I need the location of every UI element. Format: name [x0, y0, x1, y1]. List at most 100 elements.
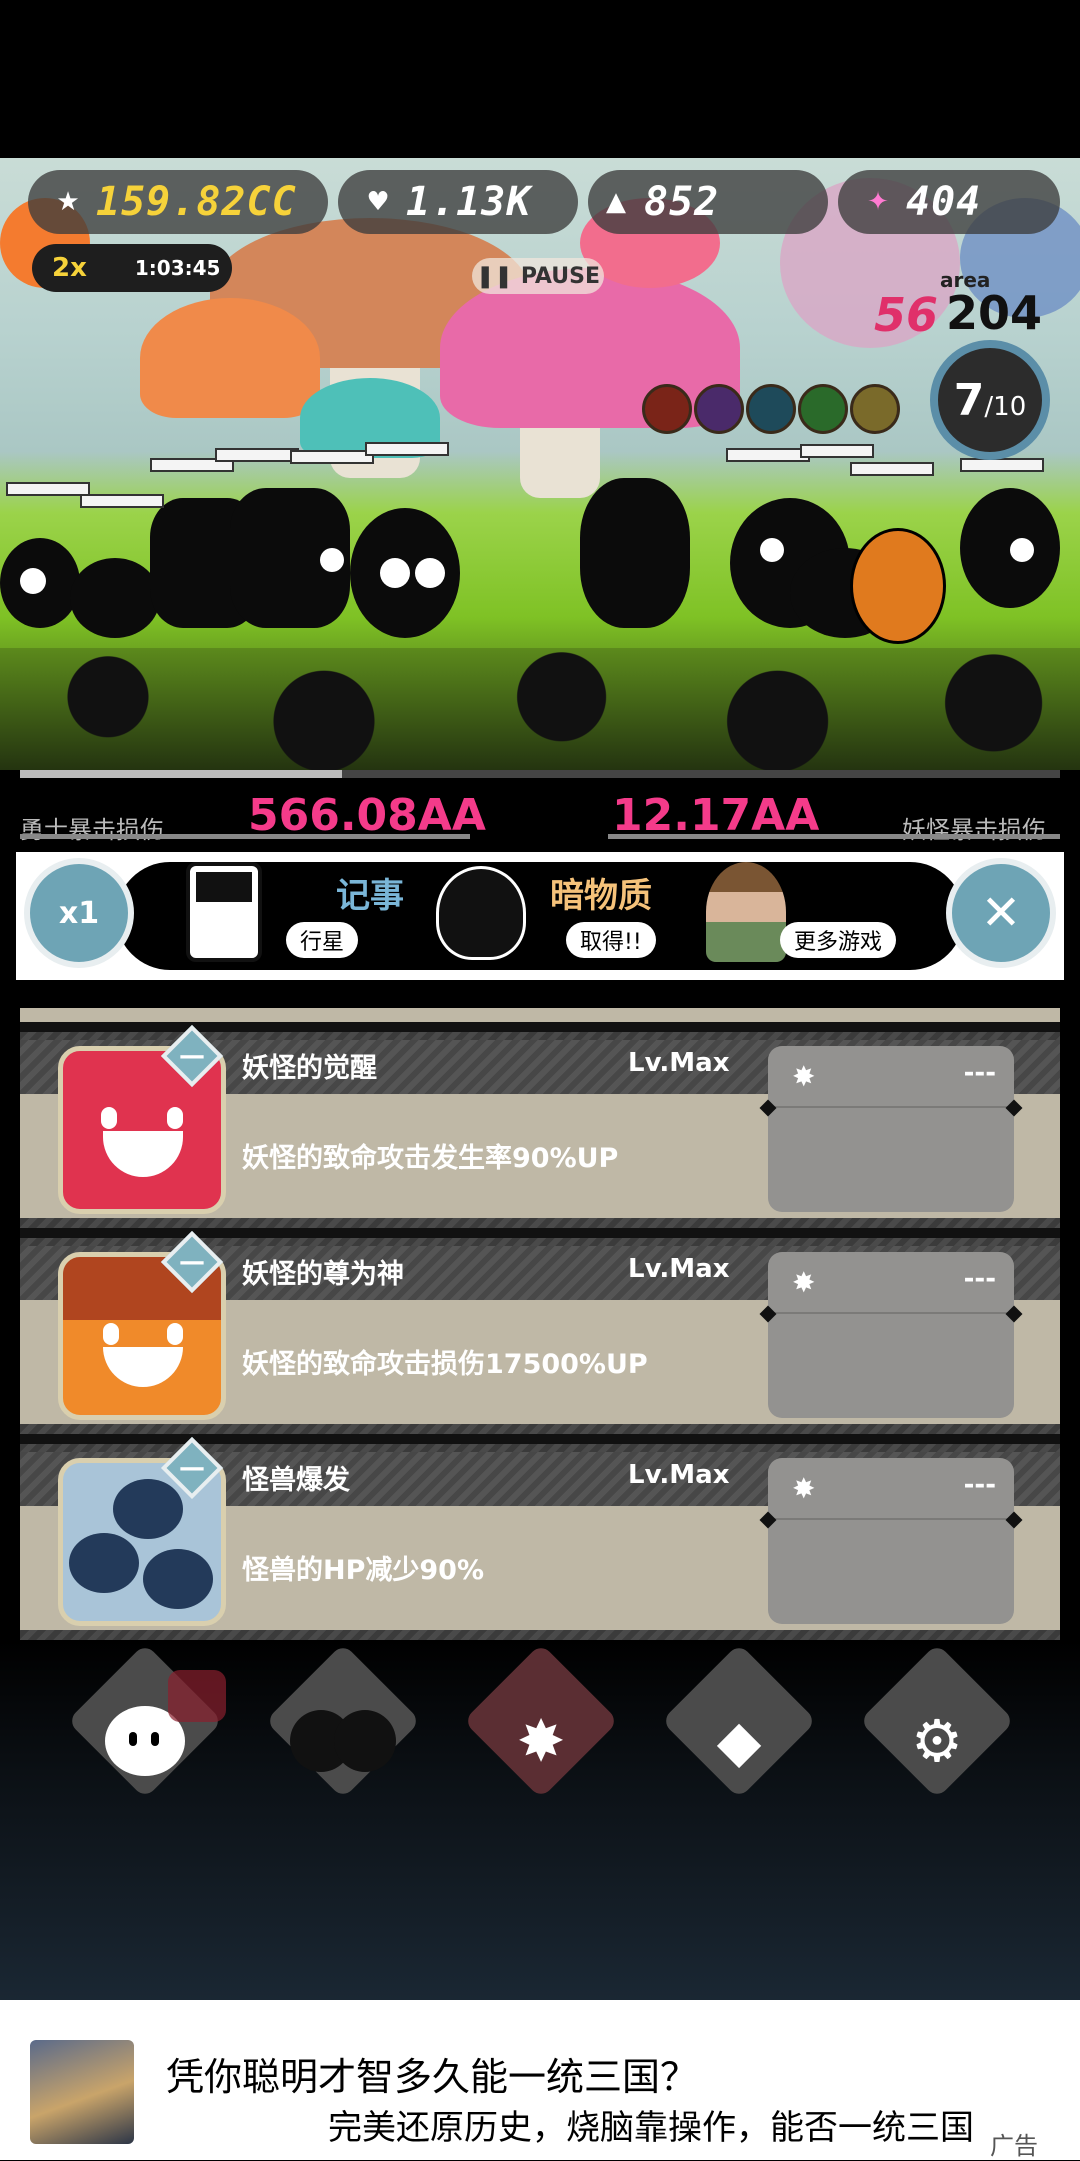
- upgrade-cost: ---: [963, 1470, 996, 1500]
- upgrade-description: 妖怪的致命攻击发生率90%UP: [242, 1143, 619, 1174]
- heart-icon: ♥: [366, 187, 390, 217]
- star-icon: ✸: [516, 1707, 566, 1775]
- gems-value: 404: [906, 179, 982, 225]
- enemy-silhouette: [70, 558, 160, 638]
- star-icon: ✸: [792, 1472, 816, 1505]
- status-area: [0, 0, 1080, 158]
- upgrade-title: 妖怪的觉醒: [242, 1053, 377, 1084]
- upgrade-title: 怪兽爆发: [242, 1465, 350, 1496]
- face-mouth: [103, 1131, 183, 1177]
- wave-total: /10: [984, 392, 1027, 422]
- mushroom-cap: [140, 298, 320, 418]
- gold-value: 159.82CC: [96, 179, 297, 225]
- upgrade-buy-button[interactable]: ✸ ---: [759, 1046, 1023, 1212]
- debuff-icon: [850, 384, 900, 434]
- eye: [760, 538, 784, 562]
- hearts-counter: ♥ 1.13K: [338, 170, 578, 234]
- area-progress-bar: [20, 770, 1060, 778]
- speed-multiplier: 2x: [52, 253, 87, 283]
- enemy-hp-bar: [290, 450, 374, 464]
- upgrade-title: 妖怪的尊为神: [242, 1259, 404, 1290]
- monster-crit-label: 妖怪暴击损伤: [902, 816, 1046, 844]
- divider: [608, 834, 1060, 839]
- upgrade-level: Lv.Max: [628, 1048, 730, 1078]
- bottom-nav: ✸ ◆ ⚙: [0, 1640, 1080, 2000]
- upgrade-description: 妖怪的致命攻击损伤17500%UP: [242, 1349, 648, 1380]
- enemy-hp-bar: [215, 448, 299, 462]
- enemy-hp-bar: [365, 442, 449, 456]
- upgrade-buy-button[interactable]: ✸ ---: [759, 1458, 1023, 1624]
- face-eye: [167, 1107, 183, 1129]
- battle-scene[interactable]: ★ 159.82CC ♥ 1.13K ▲ 852 ✦ 404 2x 1:03:4…: [0, 158, 1080, 770]
- enemy-hp-bar: [850, 462, 934, 476]
- eye: [20, 568, 46, 594]
- upgrade-card[interactable]: — 妖怪的觉醒 Lv.Max 妖怪的致命攻击发生率90%UP ✸ ---: [20, 1024, 1060, 1228]
- boost-timer: 1:03:45: [134, 256, 221, 280]
- pumpkin-enemy: [850, 528, 946, 644]
- ronin-character-icon: [706, 862, 786, 962]
- cat-head: [143, 1549, 213, 1609]
- pause-icon: ❚❚: [475, 263, 513, 289]
- upgrade-list[interactable]: — 妖怪的觉醒 Lv.Max 妖怪的致命攻击发生率90%UP ✸ --- — 妖…: [20, 1008, 1060, 1640]
- cat-head: [69, 1533, 139, 1593]
- speed-x1-label: x1: [58, 895, 100, 931]
- hero-eye: [129, 1732, 137, 1746]
- cat-head: [113, 1479, 183, 1539]
- upgrade-cost: ---: [963, 1058, 996, 1088]
- eye: [320, 548, 344, 572]
- star-icon: ✸: [792, 1060, 816, 1093]
- ad-headline: 凭你聪明才智多久能一统三国？: [166, 2055, 699, 2099]
- speed-boost[interactable]: 2x 1:03:45: [32, 244, 232, 292]
- star-icon: ★: [56, 187, 80, 217]
- eye: [1010, 538, 1034, 562]
- menu-dark-matter[interactable]: 暗物质 取得!!: [436, 862, 696, 962]
- area-progress-fill: [20, 770, 343, 778]
- journal-title: 记事: [336, 876, 404, 916]
- debuff-icon: [798, 384, 848, 434]
- pause-button[interactable]: ❚❚ PAUSE: [472, 258, 604, 294]
- enemy-hp-bar: [726, 448, 810, 462]
- wave-counter: 7 /10: [930, 340, 1050, 460]
- face-mouth: [103, 1347, 183, 1387]
- gems-counter: ✦ 404: [838, 170, 1060, 234]
- upgrade-level: Lv.Max: [628, 1460, 730, 1490]
- eye: [380, 558, 410, 588]
- ad-banner[interactable]: 凭你聪明才智多久能一统三国？ 完美还原历史，烧脑靠操作，能否一统三国 广告: [0, 2000, 1080, 2160]
- settings-gear-icon: ⚙: [911, 1707, 963, 1775]
- debuff-icon: [694, 384, 744, 434]
- cost-row: ✸ ---: [768, 1458, 1014, 1520]
- damage-row: 勇士暴击损伤 566.08AA 12.17AA 妖怪暴击损伤: [0, 770, 1080, 850]
- cost-row: ✸ ---: [768, 1252, 1014, 1314]
- upgrade-cost: ---: [963, 1264, 996, 1294]
- face-eye: [167, 1323, 183, 1345]
- speed-x1-button[interactable]: x1: [24, 858, 134, 968]
- journal-sub: 行星: [286, 922, 359, 958]
- menu-more-games[interactable]: 更多游戏: [706, 862, 936, 962]
- upgrade-buy-button[interactable]: ✸ ---: [759, 1252, 1023, 1418]
- menu-journal[interactable]: 记事 行星: [186, 862, 426, 962]
- hero-crit-label: 勇士暴击损伤: [20, 816, 164, 844]
- triangle-icon: ▲: [606, 187, 626, 217]
- triangle-value: 852: [644, 179, 720, 225]
- dark-matter-icon: [436, 866, 526, 960]
- monster-blob: [334, 1710, 396, 1772]
- hearts-value: 1.13K: [406, 179, 532, 225]
- triangle-counter: ▲ 852: [588, 170, 828, 234]
- monsters-icon: [288, 1686, 398, 1796]
- eye: [415, 558, 445, 588]
- close-button[interactable]: ✕: [946, 858, 1056, 968]
- dark-matter-sub: 取得!!: [566, 922, 656, 958]
- minus-icon: —: [179, 1041, 205, 1071]
- face-eye: [103, 1323, 119, 1345]
- upgrade-card[interactable]: — 怪兽爆发 Lv.Max 怪兽的HP减少90% ✸ ---: [20, 1436, 1060, 1640]
- rainbow-star-icon: ✦: [867, 187, 889, 217]
- upgrade-card[interactable]: — 妖怪的尊为神 Lv.Max 妖怪的致命攻击损伤17500%UP ✸ ---: [20, 1230, 1060, 1434]
- debuff-icon: [642, 384, 692, 434]
- notebook-icon: [186, 862, 262, 962]
- close-icon: ✕: [980, 885, 1022, 941]
- notebook-band: [196, 872, 252, 902]
- menu-strip: x1 记事 行星 暗物质 取得!! 更多游戏 ✕: [16, 852, 1064, 980]
- minus-icon: —: [179, 1453, 205, 1483]
- debuff-icon: [746, 384, 796, 434]
- minus-icon: —: [179, 1247, 205, 1277]
